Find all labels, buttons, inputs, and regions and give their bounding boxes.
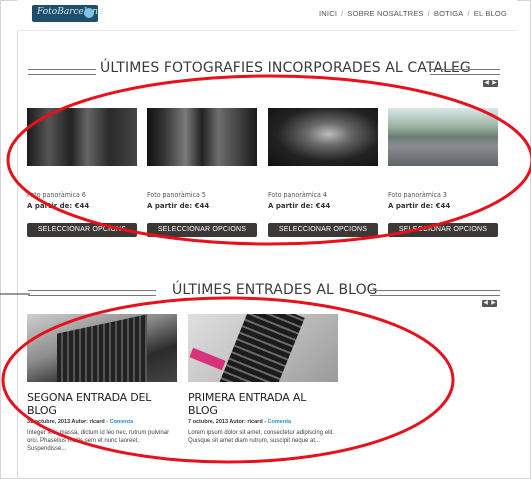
nav-separator: / bbox=[427, 9, 430, 18]
blog-post-title[interactable]: PRIMERA ENTRADA AL BLOG bbox=[188, 391, 338, 417]
blog-post-card: PRIMERA ENTRADA AL BLOG 7 octubre, 2013 … bbox=[188, 314, 338, 445]
comment-link[interactable]: Comenta bbox=[110, 419, 134, 425]
product-name[interactable]: Foto panoràmica 3 bbox=[388, 191, 498, 199]
title-rule-right bbox=[370, 290, 500, 296]
building-facade bbox=[216, 314, 305, 382]
blog-post-image[interactable] bbox=[27, 314, 177, 382]
prev-arrow-icon[interactable]: ◀ bbox=[483, 80, 490, 87]
product-price: A partir de: €44 bbox=[27, 202, 90, 210]
nav-item-botiga[interactable]: BOTIGA bbox=[434, 9, 464, 18]
blog-post-image[interactable] bbox=[188, 314, 338, 382]
left-border bbox=[17, 30, 18, 477]
product-price: A partir de: €44 bbox=[388, 202, 451, 210]
prev-arrow-icon[interactable]: ◀ bbox=[482, 300, 489, 307]
product-photo[interactable] bbox=[27, 108, 137, 166]
catalog-carousel-arrows: ◀ ▶ bbox=[483, 80, 498, 87]
catalog-section-title: ÚLTIMES FOTOGRAFIES INCORPORADES AL CATA… bbox=[100, 60, 471, 76]
next-arrow-icon[interactable]: ▶ bbox=[490, 300, 497, 307]
product-name[interactable]: Foto panoràmica 4 bbox=[268, 191, 378, 199]
select-options-button[interactable]: SELECCIONAR OPCIONS bbox=[388, 223, 498, 237]
nav-item-el-blog[interactable]: EL BLOG bbox=[474, 9, 507, 18]
title-rule-left bbox=[28, 290, 156, 296]
select-options-button[interactable]: SELECCIONAR OPCIONS bbox=[147, 223, 257, 237]
building-facade bbox=[57, 314, 147, 382]
main-nav: INICI / SOBRE NOSALTRES / BOTIGA / EL BLOG bbox=[319, 9, 507, 18]
product-name[interactable]: Foto panoràmica 6 bbox=[27, 191, 137, 199]
product-price: A partir de: €44 bbox=[268, 202, 331, 210]
site-logo[interactable]: FotoBarcelona bbox=[32, 5, 103, 22]
next-arrow-icon[interactable]: ▶ bbox=[491, 80, 498, 87]
product-price: A partir de: €44 bbox=[147, 202, 210, 210]
title-rule-right bbox=[430, 69, 500, 75]
nav-separator: / bbox=[467, 9, 470, 18]
product-photo[interactable] bbox=[268, 108, 378, 166]
product-card: Foto panoràmica 6 A partir de: €44 SELEC… bbox=[27, 108, 137, 237]
top-navigation-bar: FotoBarcelona INICI / SOBRE NOSALTRES / BOTI… bbox=[17, 0, 517, 31]
nav-separator: / bbox=[341, 9, 344, 18]
post-date-author: 7 octubre, 2013 Autor: ricard - bbox=[188, 419, 267, 425]
nav-item-sobre-nosaltres[interactable]: SOBRE NOSALTRES bbox=[347, 9, 423, 18]
title-rule-left bbox=[28, 69, 96, 75]
select-options-button[interactable]: SELECCIONAR OPCIONS bbox=[268, 223, 378, 237]
nav-item-inici[interactable]: INICI bbox=[319, 9, 337, 18]
product-photo[interactable] bbox=[147, 108, 257, 166]
blog-section-title: ÚLTIMES ENTRADES AL BLOG bbox=[172, 282, 378, 298]
blog-post-meta: 31 octubre, 2013 Autor: ricard - Comenta bbox=[27, 419, 177, 425]
blog-carousel-arrows: ◀ ▶ bbox=[482, 300, 497, 307]
blog-post-card: SEGONA ENTRADA DEL BLOG 31 octubre, 2013… bbox=[27, 314, 177, 453]
pink-accent bbox=[189, 347, 226, 371]
blog-post-meta: 7 octubre, 2013 Autor: ricard - Comenta bbox=[188, 419, 338, 425]
blog-post-excerpt: Lorem ipsum dolor sit amet, consectetur … bbox=[188, 430, 335, 444]
product-photo[interactable] bbox=[388, 108, 498, 166]
blog-post-title[interactable]: SEGONA ENTRADA DEL BLOG bbox=[27, 391, 177, 417]
product-card: Foto panoràmica 4 A partir de: €44 SELEC… bbox=[268, 108, 378, 237]
camera-icon bbox=[84, 8, 94, 18]
select-options-button[interactable]: SELECCIONAR OPCIONS bbox=[27, 223, 137, 237]
product-card: Foto panoràmica 3 A partir de: €44 SELEC… bbox=[388, 108, 498, 237]
post-date-author: 31 octubre, 2013 Autor: ricard - bbox=[27, 419, 109, 425]
blog-post-excerpt: Integer felis massa, dictum id leo nec, … bbox=[27, 430, 170, 452]
product-name[interactable]: Foto panoràmica 5 bbox=[147, 191, 257, 199]
product-card: Foto panoràmica 5 A partir de: €44 SELEC… bbox=[147, 108, 257, 237]
comment-link[interactable]: Comenta bbox=[268, 419, 292, 425]
